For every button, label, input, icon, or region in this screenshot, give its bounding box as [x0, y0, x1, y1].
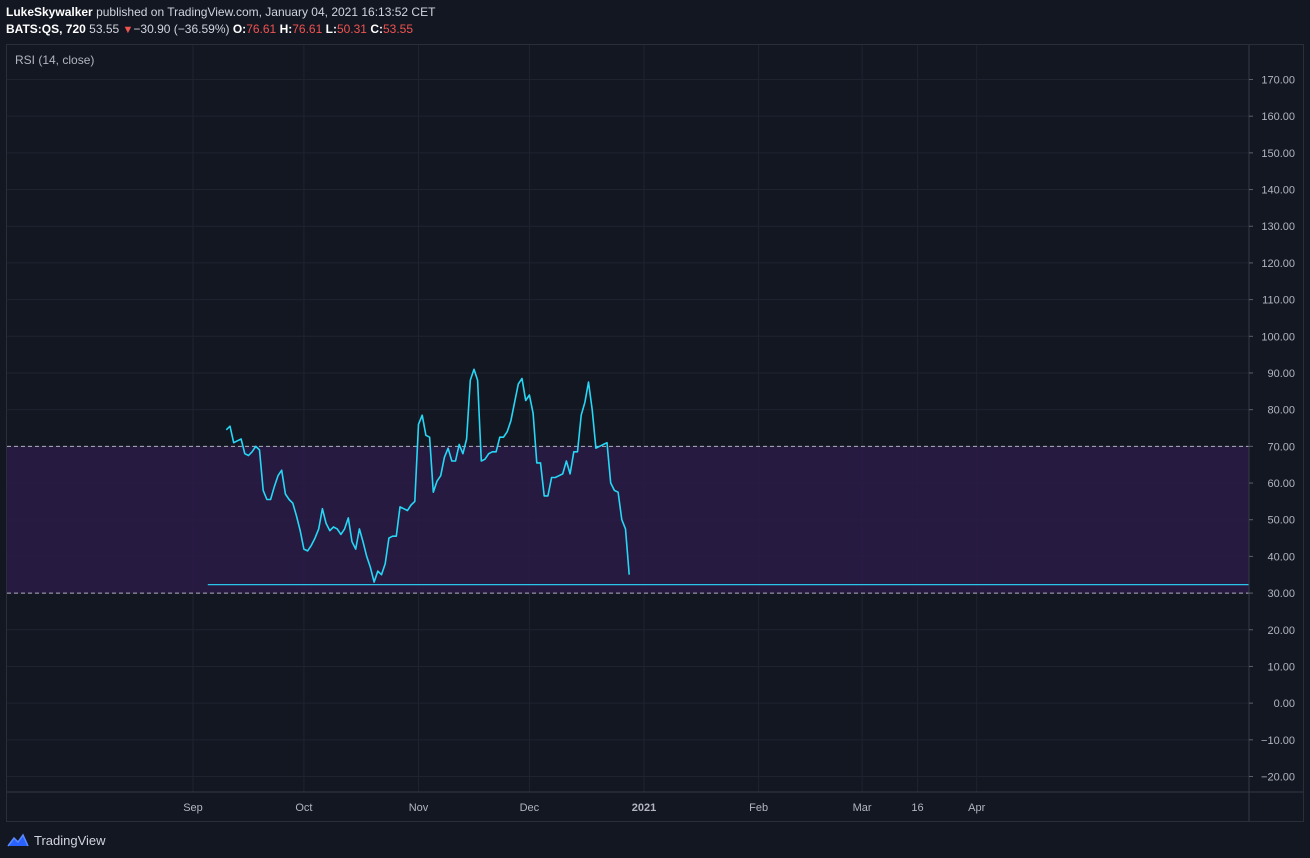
time-tick-label: Nov	[409, 802, 429, 814]
time-tick-label: Mar	[853, 802, 872, 814]
price-tick-label: 110.00	[1262, 295, 1295, 307]
time-tick-label: Oct	[295, 802, 312, 814]
price-tick-label: 150.00	[1261, 148, 1295, 160]
indicator-title[interactable]: RSI (14, close)	[15, 53, 94, 67]
time-tick-label: 2021	[632, 802, 656, 814]
price-tick-label: 170.00	[1261, 75, 1295, 87]
time-tick-label: Dec	[520, 802, 540, 814]
time-tick-label: Sep	[183, 802, 203, 814]
time-tick-label: Feb	[749, 802, 768, 814]
price-scale[interactable]: 170.00 160.00 150.00 140.00 130.00 120.00 110.…	[1249, 75, 1295, 784]
price-tick-label: 90.00	[1267, 368, 1295, 380]
tradingview-brand[interactable]: TradingView	[34, 833, 106, 848]
price-tick-label: 40.00	[1267, 551, 1295, 563]
price-tick-label: 50.00	[1267, 515, 1295, 527]
price-tick-label: 0.00	[1274, 698, 1295, 710]
time-tick-label: Apr	[968, 802, 985, 814]
price-tick-label: 60.00	[1267, 478, 1295, 490]
rsi-band-background	[7, 446, 1249, 594]
price-tick-label: 70.00	[1267, 441, 1295, 453]
price-tick-label: 160.00	[1261, 111, 1295, 123]
time-tick-label: 16	[911, 802, 923, 814]
price-tick-label: −10.00	[1261, 735, 1295, 747]
price-tick-label: 10.00	[1267, 661, 1295, 673]
grid	[7, 45, 1249, 792]
price-tick-label: 100.00	[1261, 331, 1295, 343]
price-tick-label: 140.00	[1261, 185, 1295, 197]
price-tick-label: 120.00	[1261, 258, 1295, 270]
price-tick-label: 30.00	[1267, 588, 1295, 600]
rsi-chart[interactable]: 170.00160.00150.00140.00130.00120.00110.…	[0, 0, 1310, 858]
footer: TradingView	[6, 830, 106, 850]
tradingview-logo-icon	[7, 833, 29, 847]
price-tick-label: 20.00	[1267, 625, 1295, 637]
time-scale[interactable]: Sep Oct Nov Dec 2021 Feb Mar 16 Apr	[183, 802, 985, 814]
price-tick-label: 130.00	[1261, 221, 1295, 233]
price-tick-label: −20.00	[1261, 772, 1295, 784]
price-tick-label: 80.00	[1267, 405, 1295, 417]
